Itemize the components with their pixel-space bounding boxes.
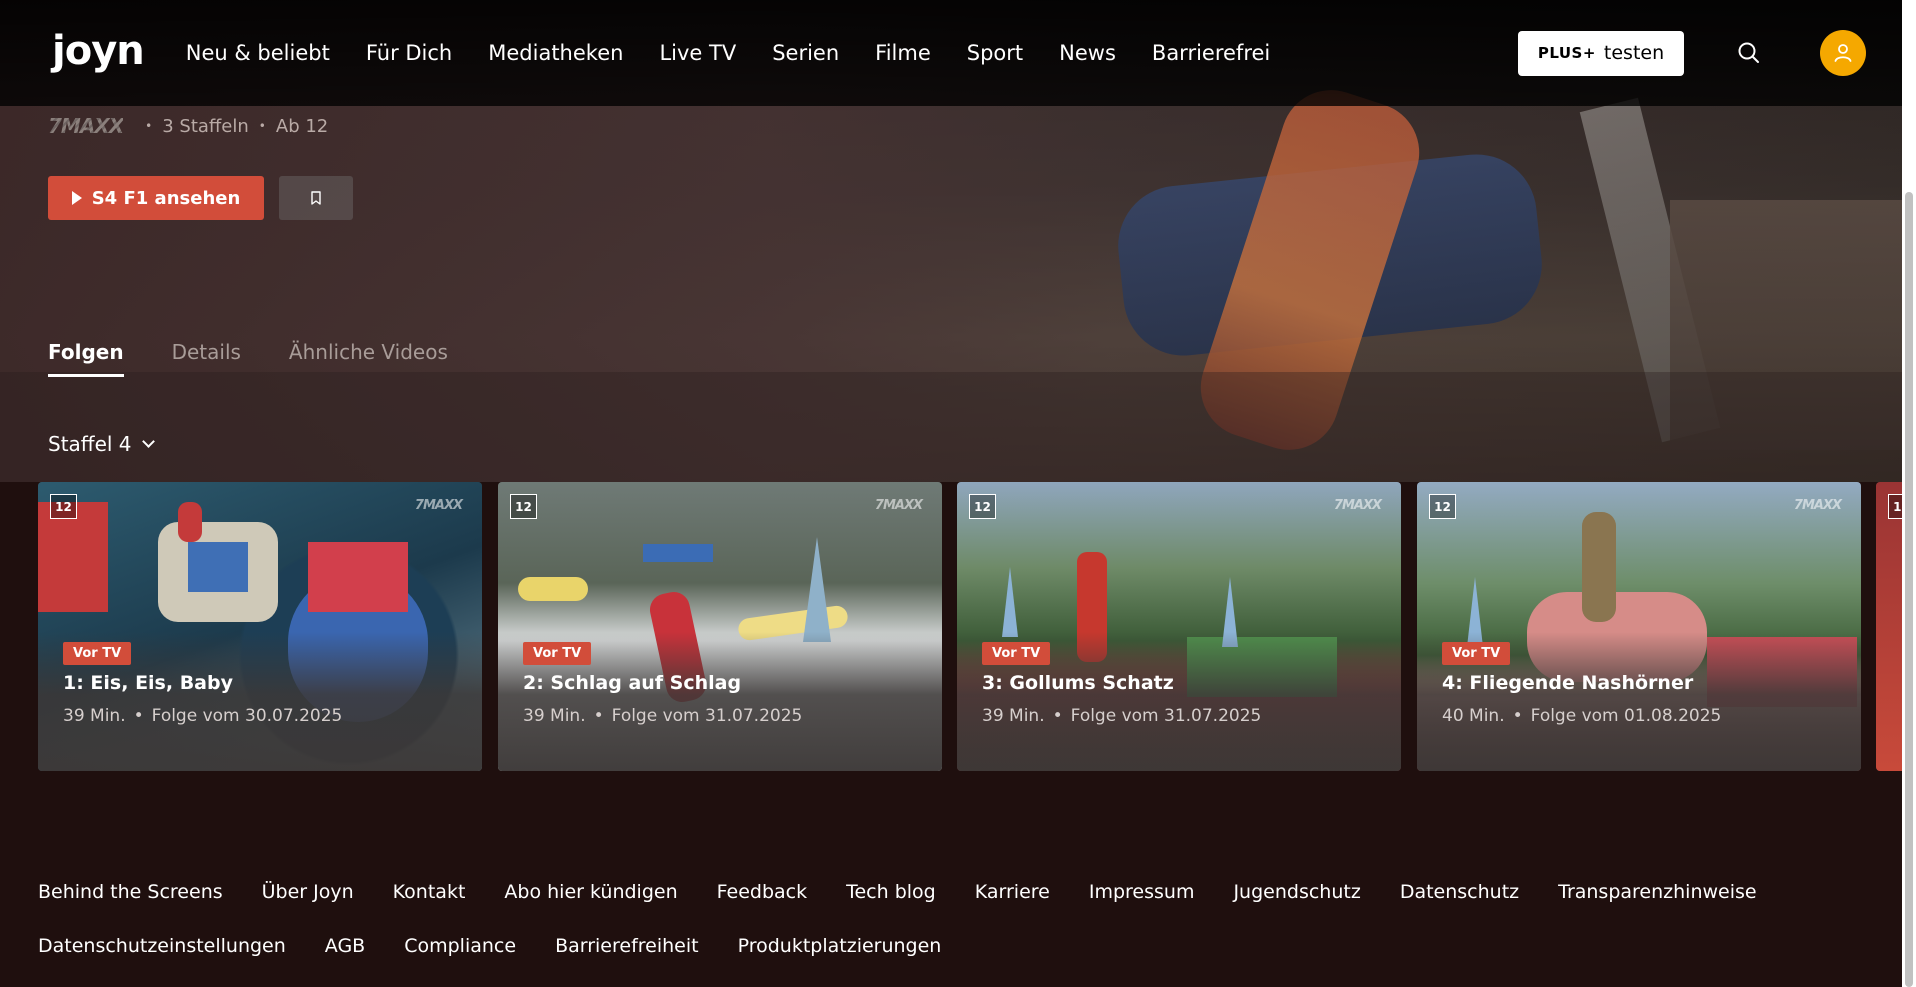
footer-link-jugendschutz[interactable]: Jugendschutz bbox=[1233, 880, 1360, 904]
tabs-band bbox=[0, 372, 1916, 482]
vor-tv-badge: Vor TV bbox=[523, 642, 592, 665]
tab-aehnliche-videos[interactable]: Ähnliche Videos bbox=[289, 340, 448, 377]
vor-tv-badge: Vor TV bbox=[982, 642, 1051, 665]
episode-meta: 39 Min. • Folge vom 31.07.2025 bbox=[982, 706, 1262, 726]
footer-link-kontakt[interactable]: Kontakt bbox=[393, 880, 466, 904]
channel-logo: 7MAXX bbox=[48, 114, 124, 138]
footer-link-datenschutz[interactable]: Datenschutz bbox=[1400, 880, 1519, 904]
footer: Behind the Screens Über Joyn Kontakt Abo… bbox=[38, 880, 1878, 987]
footer-row-2: Datenschutzeinstellungen AGB Compliance … bbox=[38, 934, 1878, 958]
play-icon bbox=[71, 191, 82, 205]
episode-meta: 40 Min. • Folge vom 01.08.2025 bbox=[1442, 706, 1722, 726]
footer-link-barrierefreiheit[interactable]: Barrierefreiheit bbox=[555, 934, 699, 958]
footer-link-abo-kuendigen[interactable]: Abo hier kündigen bbox=[504, 880, 677, 904]
page-scrollbar[interactable] bbox=[1902, 0, 1916, 987]
search-icon[interactable] bbox=[1736, 40, 1762, 66]
meta-separator: • bbox=[145, 119, 153, 133]
age-badge: 12 bbox=[1429, 494, 1456, 519]
episode-duration: 39 Min. bbox=[982, 706, 1045, 726]
age-badge: 12 bbox=[969, 494, 996, 519]
footer-link-feedback[interactable]: Feedback bbox=[717, 880, 807, 904]
age-badge: 12 bbox=[510, 494, 537, 519]
user-avatar-button[interactable] bbox=[1820, 30, 1866, 76]
footer-link-impressum[interactable]: Impressum bbox=[1089, 880, 1195, 904]
age-rating: Ab 12 bbox=[275, 115, 329, 137]
episode-meta: 39 Min. • Folge vom 31.07.2025 bbox=[523, 706, 803, 726]
footer-row-1: Behind the Screens Über Joyn Kontakt Abo… bbox=[38, 880, 1878, 904]
content-tabs: Folgen Details Ähnliche Videos bbox=[48, 340, 496, 377]
nav-item-barrierefrei[interactable]: Barrierefrei bbox=[1152, 41, 1270, 65]
topbar-actions: PLUS+ testen bbox=[1518, 30, 1866, 76]
nav-item-serien[interactable]: Serien bbox=[772, 41, 839, 65]
footer-link-behind-the-screens[interactable]: Behind the Screens bbox=[38, 880, 223, 904]
episode-title: 3: Gollums Schatz bbox=[982, 672, 1174, 694]
plus-brand-label: PLUS+ bbox=[1537, 44, 1596, 62]
channel-watermark: 7MAXX bbox=[414, 498, 463, 513]
episode-carousel: 12 7MAXX Vor TV 1: Eis, Eis, Baby 39 Min… bbox=[38, 482, 1916, 772]
tab-folgen[interactable]: Folgen bbox=[48, 340, 124, 377]
episode-card-3[interactable]: 12 7MAXX Vor TV 3: Gollums Schatz 39 Min… bbox=[957, 482, 1401, 771]
tab-details[interactable]: Details bbox=[172, 340, 241, 377]
channel-watermark: 7MAXX bbox=[874, 498, 923, 513]
show-meta: 7MAXX • 3 Staffeln • Ab 12 bbox=[48, 114, 328, 138]
episode-duration: 39 Min. bbox=[63, 706, 126, 726]
channel-watermark: 7MAXX bbox=[1333, 498, 1382, 513]
channel-watermark: 7MAXX bbox=[1793, 498, 1842, 513]
footer-link-datenschutzeinstellungen[interactable]: Datenschutzeinstellungen bbox=[38, 934, 286, 958]
top-navigation-bar: joyn Neu & beliebt Für Dich Mediatheken … bbox=[0, 0, 1916, 106]
season-count: 3 Staffeln bbox=[162, 115, 249, 137]
episode-date: Folge vom 30.07.2025 bbox=[151, 706, 343, 726]
season-selector-label: Staffel 4 bbox=[48, 432, 132, 456]
plus-trial-label: testen bbox=[1603, 42, 1665, 64]
vor-tv-badge: Vor TV bbox=[63, 642, 132, 665]
episode-duration: 40 Min. bbox=[1442, 706, 1505, 726]
age-badge: 12 bbox=[50, 494, 77, 519]
vor-tv-badge: Vor TV bbox=[1442, 642, 1511, 665]
nav-item-fuer-dich[interactable]: Für Dich bbox=[366, 41, 452, 65]
play-button-label: S4 F1 ansehen bbox=[91, 187, 241, 209]
footer-link-transparenzhinweise[interactable]: Transparenzhinweise bbox=[1558, 880, 1756, 904]
footer-link-tech-blog[interactable]: Tech blog bbox=[846, 880, 936, 904]
scrollbar-thumb[interactable] bbox=[1905, 192, 1913, 987]
footer-link-agb[interactable]: AGB bbox=[325, 934, 365, 958]
season-selector[interactable]: Staffel 4 bbox=[48, 432, 155, 456]
footer-link-karriere[interactable]: Karriere bbox=[975, 880, 1050, 904]
nav-item-sport[interactable]: Sport bbox=[967, 41, 1023, 65]
nav-item-mediatheken[interactable]: Mediatheken bbox=[488, 41, 623, 65]
episode-card-2[interactable]: 12 7MAXX Vor TV 2: Schlag auf Schlag 39 … bbox=[498, 482, 942, 771]
bookmark-button[interactable] bbox=[279, 176, 353, 220]
joyn-logo[interactable]: joyn bbox=[52, 28, 145, 74]
episode-title: 4: Fliegende Nashörner bbox=[1442, 672, 1694, 694]
episode-meta: 39 Min. • Folge vom 30.07.2025 bbox=[63, 706, 343, 726]
episode-title: 2: Schlag auf Schlag bbox=[523, 672, 742, 694]
meta-separator: • bbox=[258, 119, 266, 133]
user-icon bbox=[1834, 44, 1852, 62]
episode-title: 1: Eis, Eis, Baby bbox=[63, 672, 233, 694]
episode-date: Folge vom 31.07.2025 bbox=[1070, 706, 1262, 726]
episode-card-4[interactable]: 12 7MAXX Vor TV 4: Fliegende Nashörner 4… bbox=[1417, 482, 1861, 771]
nav-item-news[interactable]: News bbox=[1059, 41, 1116, 65]
episode-date: Folge vom 31.07.2025 bbox=[611, 706, 803, 726]
footer-link-ueber-joyn[interactable]: Über Joyn bbox=[262, 880, 354, 904]
play-episode-button[interactable]: S4 F1 ansehen bbox=[48, 176, 264, 220]
plus-trial-button[interactable]: PLUS+ testen bbox=[1518, 30, 1684, 76]
bookmark-icon bbox=[311, 191, 321, 205]
footer-link-compliance[interactable]: Compliance bbox=[404, 934, 516, 958]
main-nav: Neu & beliebt Für Dich Mediatheken Live … bbox=[186, 41, 1271, 65]
nav-item-neu-beliebt[interactable]: Neu & beliebt bbox=[186, 41, 330, 65]
episode-date: Folge vom 01.08.2025 bbox=[1530, 706, 1722, 726]
chevron-down-icon bbox=[141, 435, 155, 448]
episode-card-1[interactable]: 12 7MAXX Vor TV 1: Eis, Eis, Baby 39 Min… bbox=[38, 482, 482, 771]
nav-item-live-tv[interactable]: Live TV bbox=[659, 41, 736, 65]
episode-duration: 39 Min. bbox=[523, 706, 586, 726]
nav-item-filme[interactable]: Filme bbox=[875, 41, 931, 65]
footer-link-produktplatzierungen[interactable]: Produktplatzierungen bbox=[738, 934, 942, 958]
